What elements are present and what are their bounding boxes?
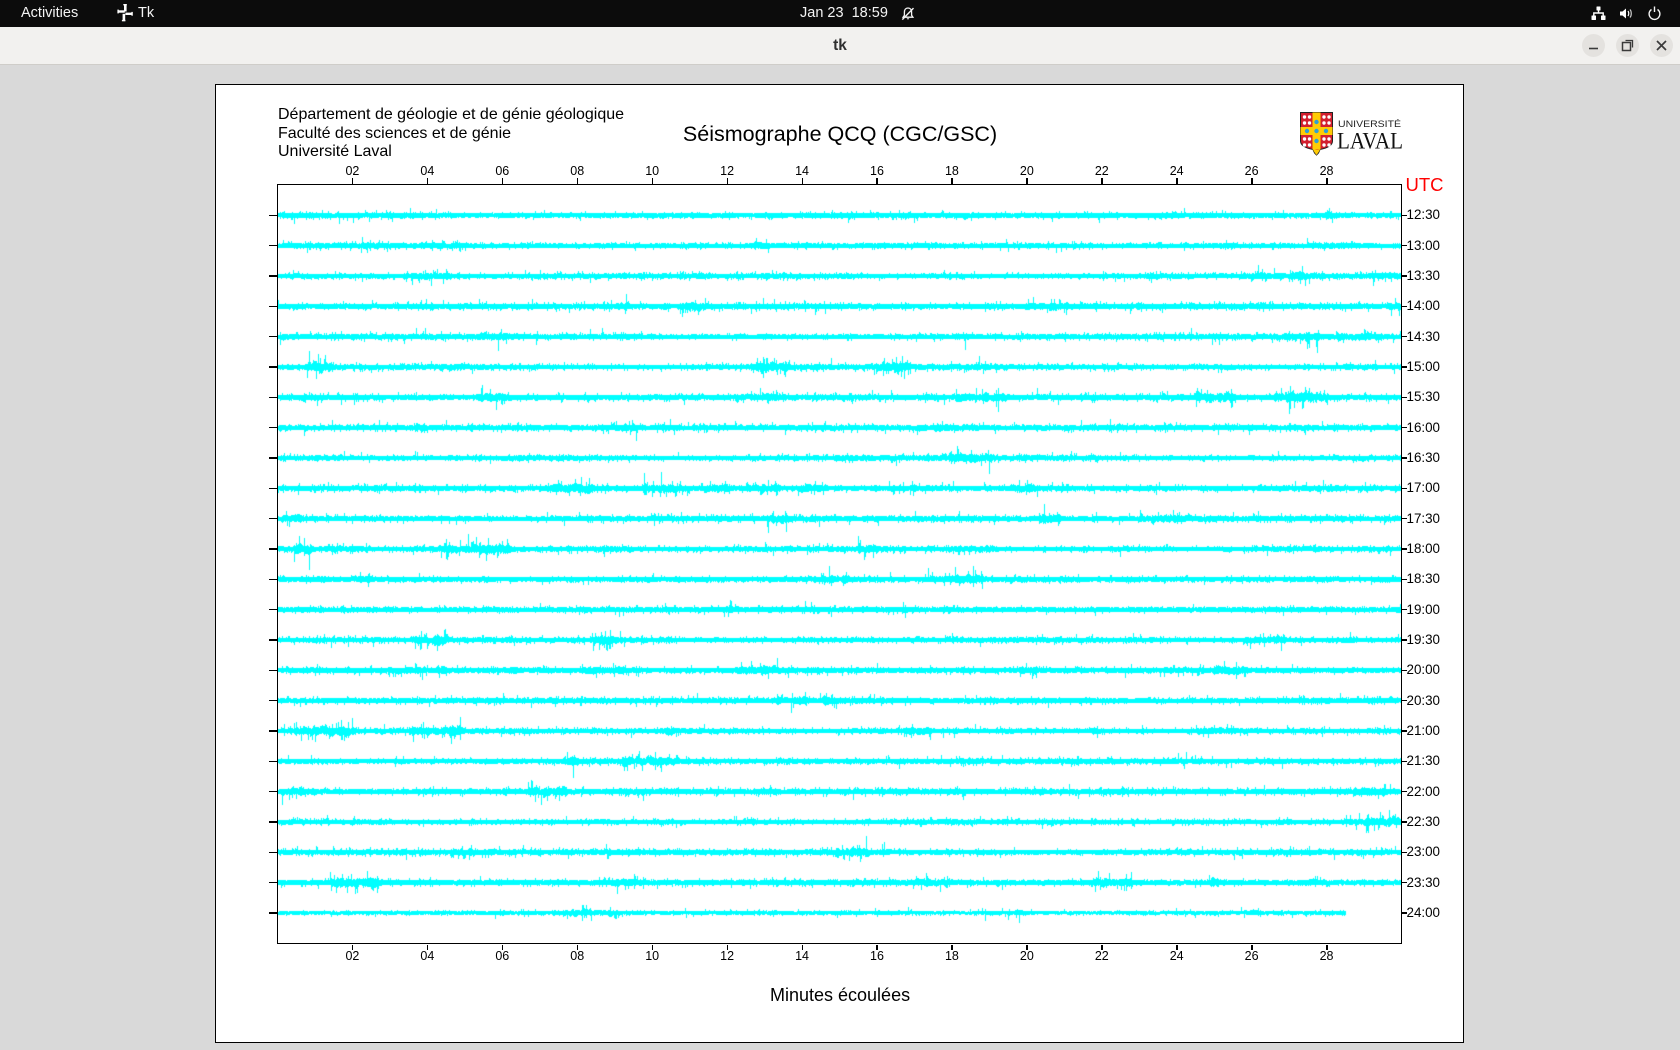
svg-text:LAVAL: LAVAL [1337, 129, 1403, 154]
